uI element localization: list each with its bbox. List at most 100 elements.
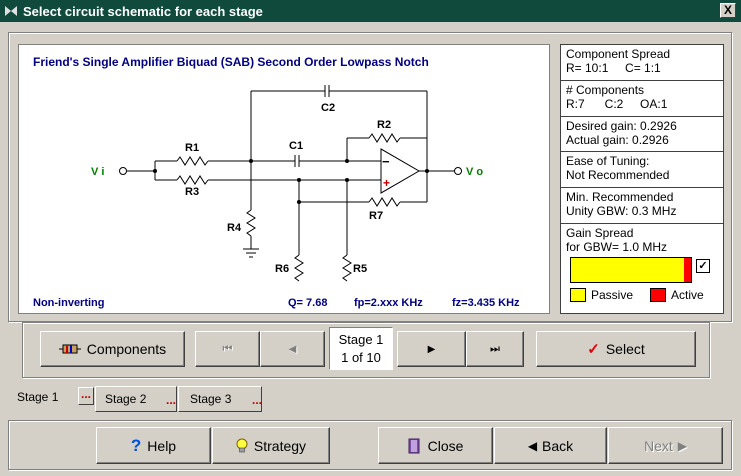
help-button[interactable]: ? Help [96,427,211,464]
question-icon: ? [130,435,142,455]
gain-spread-subtitle: for GBW= 1.0 MHz [566,240,668,254]
gbw-value: Unity GBW: 0.3 MHz [566,204,677,218]
gain-spread-checkbox[interactable]: ✓ [696,259,710,273]
mode-label: Non-inverting [33,297,105,309]
component-spread-value: R= 10:1 C= 1:1 [566,61,661,75]
chevron-left-icon: ◀ [527,438,538,453]
app-icon [5,6,17,16]
checkmark-icon: ✓ [698,260,708,272]
first-stage-button[interactable]: ⏮ [195,331,260,367]
gain-spread-title: Gain Spread [566,226,634,240]
info-panel: Component Spread R= 10:1 C= 1:1 # Compon… [560,44,724,314]
close-button[interactable]: Close [378,427,493,464]
lightbulb-icon [236,438,248,452]
c1-label: C1 [289,140,303,152]
vi-label: V i [91,166,104,178]
checkmark-icon: ✓ [587,341,600,358]
more-icon: ... [80,387,91,401]
previous-stage-button[interactable]: ◀ [260,331,325,367]
strategy-button[interactable]: Strategy [212,427,330,464]
close-window-button[interactable]: X [720,3,736,18]
chevron-right-icon: ▶ [677,438,688,453]
tuning-cell: Ease of Tuning: Not Recommended [561,152,723,188]
tab-stage-3-options[interactable]: ... [252,393,262,407]
fz-value: fz=3.435 KHz [452,297,520,309]
previous-icon: ◀ [288,343,297,355]
resistor-r6 [294,254,304,282]
r3-label: R3 [185,186,199,198]
next-label: Next [643,437,673,454]
door-icon [408,438,420,453]
opamp-plus-label: + [383,176,390,190]
select-button[interactable]: ✓ Select [536,331,696,367]
q-value: Q= 7.68 [288,297,327,309]
tab-stage-3-label: Stage 3 [190,392,232,406]
window-title: Select circuit schematic for each stage [23,3,263,19]
legend-passive: Passive [570,288,633,302]
r4-label: R4 [227,222,242,234]
r5-label: R5 [353,263,367,275]
component-spread-title: Component Spread [566,47,671,61]
stage-indicator-title: Stage 1 [338,332,384,347]
tuning-value: Not Recommended [566,168,670,182]
select-label: Select [605,341,645,357]
c2-label: C2 [321,102,335,114]
title-bar: Select circuit schematic for each stage … [0,0,741,22]
components-button[interactable]: Components [40,331,185,367]
gbw-cell: Min. Recommended Unity GBW: 0.3 MHz [561,188,723,224]
desired-gain: Desired gain: 0.2926 [566,119,677,133]
tuning-title: Ease of Tuning: [566,154,650,168]
gain-bar-passive [571,258,684,282]
tab-stage-1-label: Stage 1 [17,390,59,404]
resistor-r7 [368,197,401,207]
tab-stage-1-options[interactable]: ... [78,387,94,405]
next-button[interactable]: Next ▶ [608,427,723,464]
first-icon: ⏮ [222,342,233,355]
tab-stage-3[interactable]: Stage 3 ... [178,386,262,412]
component-count-title: # Components [566,83,645,97]
vo-terminal [454,167,462,175]
schematic-title: Friend's Single Amplifier Biquad (SAB) S… [33,55,429,69]
legend-active-label: Active [671,288,704,302]
stage-indicator: Stage 1 1 of 10 [329,327,393,370]
gbw-title: Min. Recommended [566,190,674,204]
gain-bar-active [683,258,691,282]
r1-label: R1 [185,142,199,154]
last-icon: ⏭ [490,342,500,355]
resistor-r3 [176,175,209,185]
tab-stage-2-label: Stage 2 [105,392,147,406]
gain-cell: Desired gain: 0.2926 Actual gain: 0.2926 [561,117,723,152]
resistor-icon [58,344,81,354]
vo-label: V o [466,166,483,178]
component-spread-cell: Component Spread R= 10:1 C= 1:1 [561,45,723,81]
circuit-schematic: Friend's Single Amplifier Biquad (SAB) S… [33,55,520,309]
stage-indicator-count: 1 of 10 [341,350,381,365]
legend-passive-label: Passive [591,288,634,302]
help-label: Help [147,437,177,454]
vi-terminal [119,167,127,175]
tab-stage-2-options[interactable]: ... [166,393,176,407]
last-stage-button[interactable]: ⏭ [466,331,524,367]
fp-value: fp=2.xxx KHz [354,297,423,309]
next-stage-button[interactable]: ▶ [397,331,466,367]
next-icon: ▶ [427,343,436,355]
gain-spread-cell: Gain Spread for GBW= 1.0 MHz ✓ Passive A… [561,224,723,311]
resistor-r1 [176,156,209,166]
component-count-value: R:7 C:2 OA:1 [566,97,668,111]
tab-stage-1[interactable]: Stage 1 ... [8,384,94,410]
resistor-r5 [342,254,352,282]
actual-gain: Actual gain: 0.2926 [566,133,669,147]
back-button[interactable]: ◀ Back [494,427,607,464]
tab-stage-2[interactable]: Stage 2 ... [95,386,177,412]
passive-swatch [570,288,586,302]
resistor-r4 [246,209,256,237]
active-swatch [650,288,666,302]
gain-spread-bar [570,257,692,283]
r6-label: R6 [275,263,289,275]
r7-label: R7 [369,210,383,222]
back-label: Back [542,437,574,454]
opamp-minus-label: − [382,154,390,169]
close-label: Close [427,437,464,454]
r2-label: R2 [377,119,391,131]
legend-active: Active [650,288,704,302]
